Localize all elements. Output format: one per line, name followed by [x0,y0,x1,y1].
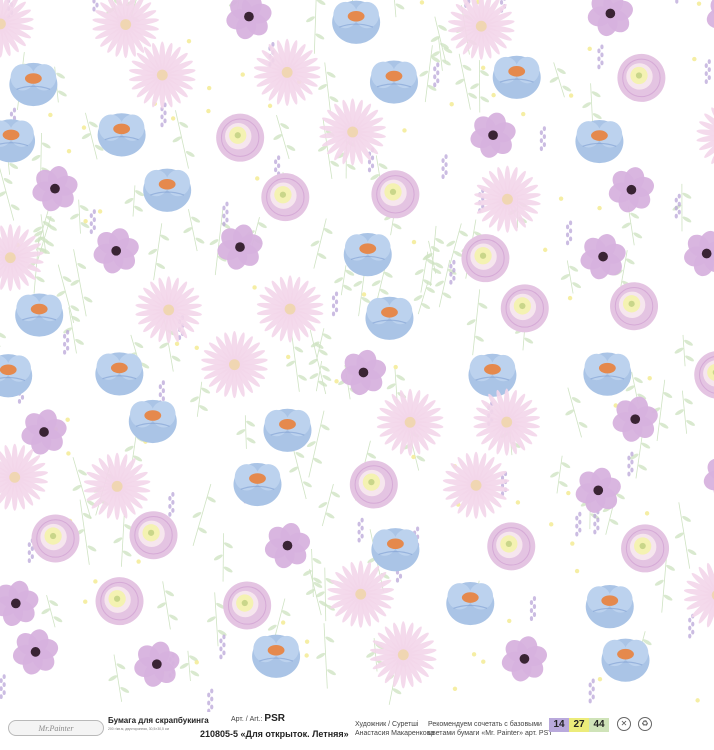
ranunculus-flower [461,234,510,283]
recommend-line-1: Рекомендуем сочетать с базовыми [428,721,542,728]
floral-pattern [0,0,714,712]
blue-peony-flower [95,352,144,396]
blue-peony-flower [9,62,58,107]
ranunculus-flower [95,577,144,626]
ranunculus-flower [371,170,420,219]
blue-peony-flower [365,296,414,340]
fine-print: 200 г/кв.м, двусторонняя, 30,5×30,5 см [108,727,169,731]
color-swatch-27: 27 [569,718,589,732]
article-label: Арт. / Art.: PSR [231,713,285,724]
ranunculus-flower [129,511,178,560]
blue-peony-flower [233,462,282,507]
blue-peony-flower [468,353,517,397]
recommend-line-2: цветами бумаги «Mr. Painter» арт. PST [428,730,553,737]
artist-label: Художник / Суретші [355,721,419,728]
blue-peony-flower [143,168,192,212]
ranunculus-flower [223,581,272,630]
article-code: PSR [264,713,285,724]
blue-peony-flower [128,399,177,444]
ranunculus-flower [500,284,549,333]
no-water-icon: ✕ [617,717,631,731]
ranunculus-flower [610,282,659,331]
color-swatch-14: 14 [549,718,569,732]
blue-peony-flower [343,233,392,277]
blue-peony-flower [263,408,312,452]
blue-peony-flower [369,60,418,104]
blue-peony-flower [585,585,634,629]
blue-peony-flower [252,634,301,678]
product-title: Бумага для скрапбукинга [108,716,209,725]
artist-name: Анастасия Макаренкова [355,730,435,737]
ranunculus-flower [349,460,398,509]
ranunculus-flower [487,522,536,571]
ranunculus-flower [621,524,670,573]
product-footer: Mr.Painter Бумага для скрапбукинга 200 г… [0,712,714,750]
blue-peony-flower [446,581,495,626]
design-name: 210805-5 «Для открыток. Летняя» [200,729,349,739]
brand-logo: Mr.Painter [8,720,104,736]
blue-peony-flower [492,55,541,99]
blue-peony-flower [601,638,650,682]
ranunculus-flower [216,113,265,162]
ranunculus-flower [617,53,666,102]
blue-peony-flower [97,113,146,157]
blue-peony-flower [15,293,64,337]
blue-peony-flower [575,119,624,164]
color-swatch-44: 44 [589,718,609,732]
blue-peony-flower [371,528,420,572]
article-label-text: Арт. / Art.: [231,716,263,723]
ranunculus-flower [261,173,310,222]
ranunculus-flower [31,514,80,563]
blue-peony-flower [583,352,632,396]
recycle-icon: ♻ [638,717,652,731]
blue-peony-flower [332,0,381,44]
